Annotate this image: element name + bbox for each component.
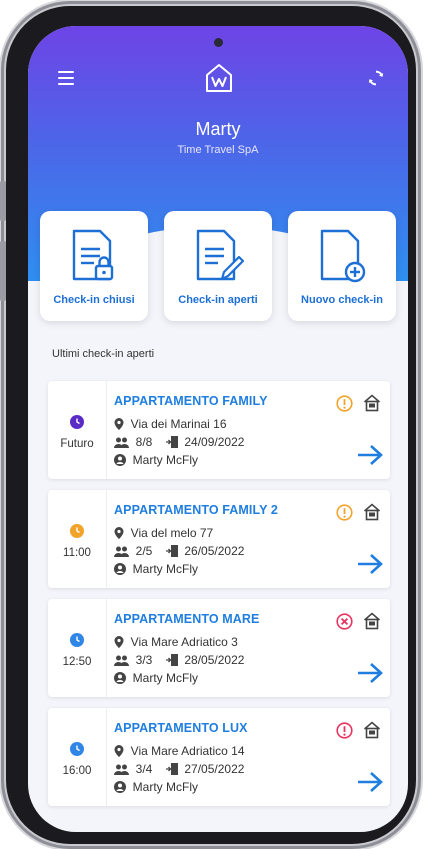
clock-icon <box>70 742 84 756</box>
user-name: Marty <box>195 119 241 139</box>
location-icon <box>114 745 124 757</box>
apartment-title[interactable]: APPARTAMENTO FAMILY 2 <box>114 503 278 517</box>
card-check-in-aperti[interactable]: Check-in aperti <box>164 211 272 321</box>
house-key-icon[interactable] <box>363 612 381 630</box>
guests-count: 8/8 <box>135 435 153 449</box>
checkin-time: Futuro <box>60 438 94 450</box>
location-icon <box>114 527 124 539</box>
apartment-title[interactable]: APPARTAMENTO FAMILY <box>114 394 268 408</box>
guests-count: 3/4 <box>135 762 153 776</box>
alert-icon[interactable] <box>336 722 353 739</box>
clock-icon <box>70 633 84 647</box>
side-button <box>0 241 6 301</box>
logo-icon <box>206 64 232 92</box>
checkin-door-icon <box>165 436 178 448</box>
time-column <box>48 708 107 806</box>
address: Via del melo 77 <box>130 526 214 540</box>
card-label: Check-in chiusi <box>53 294 135 306</box>
apartment-title[interactable]: APPARTAMENTO LUX <box>114 721 248 735</box>
address: Via Mare Adriatico 3 <box>130 635 238 649</box>
checkin-list-item[interactable]: 16:00 APPARTAMENTO LUX Via Mare Adriatic… <box>48 708 390 806</box>
front-camera <box>214 38 223 47</box>
checkin-list-item[interactable]: Futuro APPARTAMENTO FAMILY Via dei Marin… <box>48 381 390 479</box>
card-label: Nuovo check-in <box>301 294 383 306</box>
person-name: Marty McFly <box>132 453 198 467</box>
checkin-door-icon <box>165 654 178 666</box>
guests-icon <box>114 437 129 448</box>
clock-icon <box>70 524 84 538</box>
checkin-date: 27/05/2022 <box>184 762 245 776</box>
time-column <box>48 490 107 588</box>
checkin-door-icon <box>165 545 178 557</box>
side-button <box>0 181 6 221</box>
section-title: Ultimi check-in aperti <box>52 348 155 360</box>
clock-icon <box>70 415 84 429</box>
warning-icon[interactable] <box>336 504 353 521</box>
doc-lock-icon <box>72 229 114 281</box>
checkin-date: 26/05/2022 <box>184 544 245 558</box>
checkin-list-item[interactable]: 12:50 APPARTAMENTO MARE Via Mare Adriati… <box>48 599 390 697</box>
person-name: Marty McFly <box>132 562 198 576</box>
user-icon <box>114 454 126 466</box>
error-icon[interactable] <box>336 613 353 630</box>
house-key-icon[interactable] <box>363 721 381 739</box>
checkin-list-item[interactable]: 11:00 APPARTAMENTO FAMILY 2 Via del melo… <box>48 490 390 588</box>
apartment-title[interactable]: APPARTAMENTO MARE <box>114 612 259 626</box>
phone-frame: Marty Time Travel SpA Check-in chiusi Ch… <box>0 6 416 844</box>
checkin-time: 16:00 <box>62 765 92 777</box>
checkin-door-icon <box>165 763 178 775</box>
company-name: Time Travel SpA <box>177 144 259 156</box>
checkin-time: 11:00 <box>63 547 91 559</box>
menu-icon[interactable] <box>58 71 74 85</box>
checkin-time: 12:50 <box>62 656 92 668</box>
card-label: Check-in aperti <box>178 294 258 306</box>
checkin-date: 24/09/2022 <box>184 435 245 449</box>
person-name: Marty McFly <box>132 671 198 685</box>
open-arrow-icon[interactable] <box>356 662 384 684</box>
user-icon <box>114 781 126 793</box>
location-icon <box>114 636 124 648</box>
open-arrow-icon[interactable] <box>356 553 384 575</box>
house-key-icon[interactable] <box>363 394 381 412</box>
user-icon <box>114 563 126 575</box>
app-screen: Marty Time Travel SpA Check-in chiusi Ch… <box>28 26 408 832</box>
doc-add-icon <box>320 229 366 283</box>
open-arrow-icon[interactable] <box>356 444 384 466</box>
doc-edit-icon <box>196 229 244 281</box>
sync-icon[interactable] <box>365 67 387 89</box>
guests-count: 2/5 <box>135 544 153 558</box>
guests-icon <box>114 546 129 557</box>
card-check-in-chiusi[interactable]: Check-in chiusi <box>40 211 148 321</box>
time-column <box>48 381 107 479</box>
checkin-date: 28/05/2022 <box>184 653 245 667</box>
user-icon <box>114 672 126 684</box>
guests-icon <box>114 655 129 666</box>
guests-count: 3/3 <box>135 653 153 667</box>
house-key-icon[interactable] <box>363 503 381 521</box>
person-name: Marty McFly <box>132 780 198 794</box>
warning-icon[interactable] <box>336 395 353 412</box>
time-column <box>48 599 107 697</box>
open-arrow-icon[interactable] <box>356 771 384 793</box>
location-icon <box>114 418 124 430</box>
address: Via Mare Adriatico 14 <box>130 744 245 758</box>
guests-icon <box>114 764 129 775</box>
card-nuovo-check-in[interactable]: Nuovo check-in <box>288 211 396 321</box>
address: Via dei Marinai 16 <box>130 417 227 431</box>
